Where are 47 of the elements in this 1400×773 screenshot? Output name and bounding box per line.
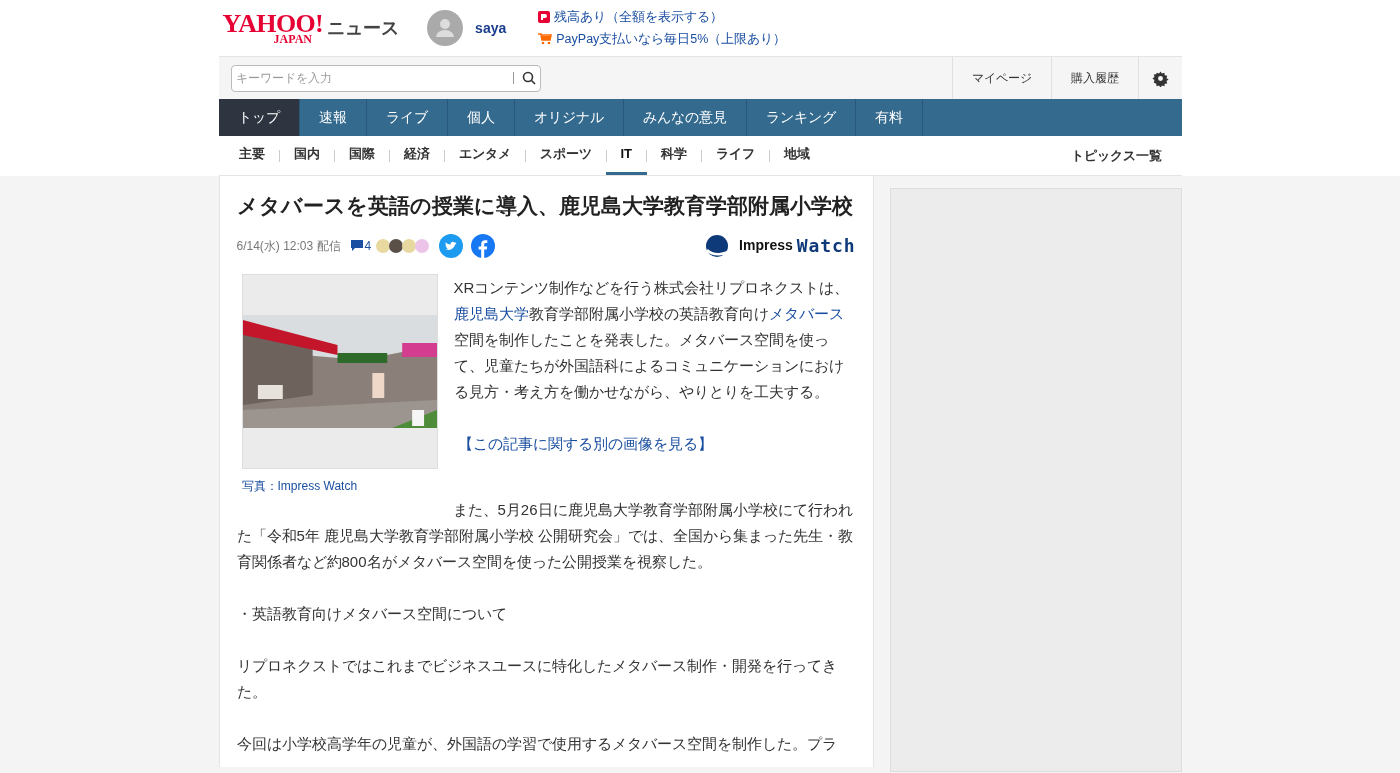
user-name[interactable]: saya	[475, 17, 507, 39]
logo-text: Impress	[739, 236, 793, 255]
category-tab[interactable]: スポーツ	[539, 136, 592, 175]
topics-link[interactable]: トピックス一覧	[1070, 145, 1162, 166]
category-tab[interactable]: エンタメ	[458, 136, 511, 175]
category-tab[interactable]: 経済	[403, 136, 430, 175]
facebook-icon[interactable]	[471, 233, 496, 258]
nav-tab[interactable]: トップ	[218, 99, 300, 136]
category-tab[interactable]: 地域	[784, 136, 811, 175]
article-paragraph: リプロネクストではこれまでビジネスユースに特化したメタバース制作・開発を行ってきた。	[236, 655, 838, 702]
category-tab[interactable]: 国内	[293, 136, 320, 175]
comment-icon[interactable]	[350, 240, 363, 251]
search-field[interactable]: キーワードを入力	[230, 64, 541, 92]
article-paragraph: ・英語教育向けメタバース空間について	[236, 603, 508, 624]
service-name[interactable]: ニュース	[327, 14, 400, 42]
article-paragraph: 今回は小学校高学年の児童が、外国語の学習で使用するメタバース空間を制作した。プラ	[236, 733, 838, 754]
nav-tab[interactable]: オリジナル	[514, 99, 624, 136]
article-link[interactable]: メタバース	[768, 304, 844, 322]
article-link[interactable]: 鹿児島大学	[453, 304, 529, 322]
article-link[interactable]: 【この記事に関する別の画像を見る】	[457, 434, 713, 452]
photo-caption[interactable]: 写真：Impress Watch	[241, 477, 438, 494]
nav-tab[interactable]: ランキング	[746, 99, 856, 136]
twitter-icon[interactable]	[439, 233, 464, 258]
article-title: メタバースを英語の授業に導入、鹿児島大学教育学部附属小学校	[236, 193, 854, 219]
category-tab[interactable]: 主要	[238, 136, 265, 175]
nav-tab[interactable]: 個人	[447, 99, 515, 136]
cart-icon	[538, 32, 553, 45]
wallet-icon	[538, 11, 551, 24]
category-tab[interactable]: 国際	[348, 136, 375, 175]
search-icon[interactable]	[521, 71, 536, 85]
category-tab[interactable]: 科学	[661, 136, 688, 175]
nav-tab[interactable]: 速報	[299, 99, 367, 136]
logo-subtext: JAPAN	[273, 33, 312, 45]
publish-date: 6/14(水) 12:03 配信	[236, 237, 341, 255]
reaction-faces-icon[interactable]	[375, 237, 432, 254]
search-input[interactable]: キーワードを入力	[235, 65, 505, 91]
nav-tab[interactable]: 有料	[855, 99, 923, 136]
comment-count[interactable]: 4	[364, 236, 372, 255]
settings-icon[interactable]	[1151, 69, 1169, 87]
nav-tab[interactable]: みんなの意見	[623, 99, 747, 136]
logo-text: Watch	[796, 234, 856, 258]
promo-link[interactable]: 残高あり（全額を表示する）	[554, 7, 724, 27]
promo-link[interactable]: PayPay支払いなら毎日5%（上限あり）	[556, 29, 787, 49]
article-paragraph: XRコンテンツ制作などを行う株式会社リプロネクストは、 鹿児島大学教育学部附属小学校の英語教育向けメタバース 空間を制作したことを発表した。メタバース空間を使って、児童たちが外国語科によるコミュニケーションにおける見方・考え方を働かせながら、やりとりを工夫する。	[453, 277, 851, 402]
nav-tab[interactable]: ライブ	[366, 99, 448, 136]
category-tab[interactable]: ライフ	[716, 136, 756, 175]
article-paragraph: また、5月26日に鹿児島大学教育学部附属小学校にて行われた「令和5年 鹿児島大学教育学部附属小学校 公開研究会」では、全国から集まった先生・教育関係者など約800名がメタバース空間を使った公開授業を視察した。	[236, 499, 855, 572]
